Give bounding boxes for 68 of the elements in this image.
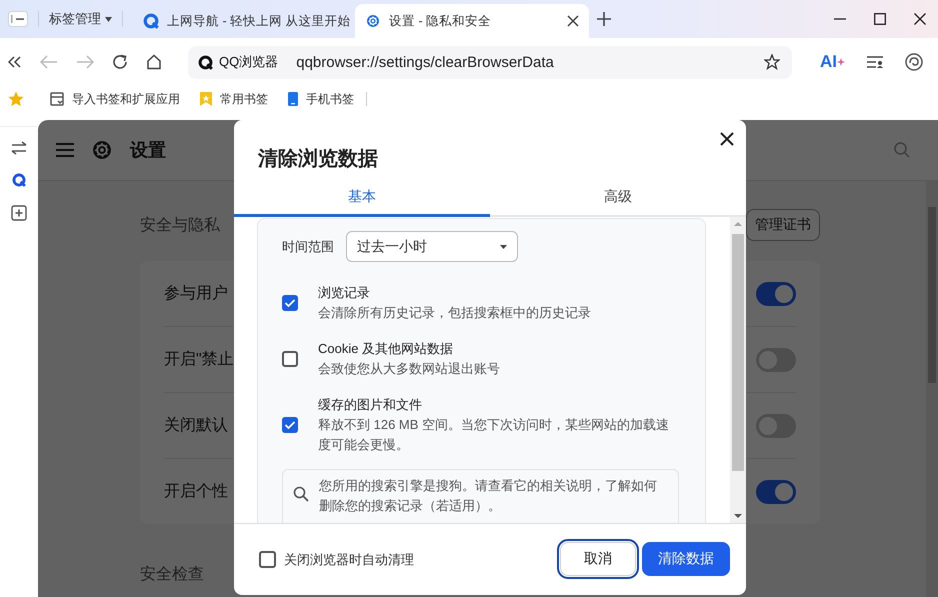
new-tab-icon[interactable] — [597, 12, 611, 26]
toggle-switch[interactable] — [756, 414, 796, 438]
tab-manager-button[interactable]: 标签管理 — [49, 10, 112, 28]
toggle-switch[interactable] — [756, 348, 796, 372]
checkbox[interactable] — [282, 351, 298, 367]
gear-icon[interactable] — [90, 138, 114, 162]
setting-label: 开启"禁止 — [164, 350, 234, 370]
swirl-icon[interactable] — [905, 53, 923, 71]
bookmark-item[interactable]: 导入书签和扩展应用 — [50, 90, 180, 108]
option-title: Cookie 及其他网站数据 — [318, 340, 454, 358]
option-description: 会致使您从大多数网站退出账号 — [318, 360, 501, 378]
gear-icon[interactable] — [365, 13, 381, 29]
dialog-tab[interactable]: 高级 — [490, 180, 746, 217]
search-icon — [293, 486, 309, 502]
setting-label: 开启个性 — [164, 482, 228, 502]
caret-icon — [500, 244, 507, 248]
bookmark-item[interactable]: 手机书签 — [288, 90, 354, 108]
url-text: qqbrowser://settings/clearBrowserData — [296, 54, 555, 70]
close-icon[interactable] — [914, 13, 926, 25]
section-title: 安全检查 — [140, 564, 205, 585]
caret-icon — [105, 16, 112, 22]
close-icon[interactable] — [567, 15, 579, 27]
toggle-switch[interactable] — [756, 282, 796, 306]
page-title: 设置 — [130, 139, 166, 162]
tab-title: 上网导航 - 轻快上网 从这里开始 — [167, 12, 351, 30]
ai-button[interactable]: AI — [820, 52, 845, 72]
close-icon[interactable] — [720, 132, 734, 146]
dialog-title: 清除浏览数据 — [258, 147, 378, 172]
swap-icon[interactable] — [11, 141, 27, 155]
clear-data-button[interactable]: 清除数据 — [642, 542, 730, 576]
browser-logo-icon[interactable] — [12, 173, 26, 187]
notice-text: 您所用的搜索引擎是搜狗。请查看它的相关说明，了解如何删除您的搜索记录（若适用）。 — [319, 477, 658, 515]
checkbox[interactable] — [282, 417, 298, 433]
site-label: QQ浏览器 — [219, 53, 278, 71]
toggle-switch[interactable] — [756, 480, 796, 504]
auto-clear-label: 关闭浏览器时自动清理 — [284, 550, 414, 568]
browser-logo-icon[interactable] — [198, 54, 213, 70]
option-title: 浏览记录 — [318, 284, 371, 302]
scrollbar[interactable] — [730, 217, 746, 523]
maximize-icon[interactable] — [874, 13, 886, 25]
sparkle-icon — [837, 58, 845, 66]
address-bar[interactable]: QQ浏览器 qqbrowser://settings/clearBrowserData — [188, 46, 792, 78]
browser-tab[interactable]: 设置 - 隐私和安全 — [355, 4, 589, 38]
option-title: 缓存的图片和文件 — [318, 396, 423, 414]
tab-title: 设置 - 隐私和安全 — [389, 12, 492, 30]
checkbox[interactable] — [259, 551, 276, 568]
browser-tab[interactable]: 上网导航 - 轻快上网 从这里开始 — [133, 4, 355, 38]
setting-label: 关闭默认 — [164, 416, 228, 436]
option-description: 会清除所有历史记录，包括搜索框中的历史记录 — [318, 304, 592, 322]
setting-label: 参与用户 — [164, 284, 228, 304]
add-panel-icon[interactable] — [11, 205, 27, 221]
time-range-dropdown[interactable]: 过去一小时 — [346, 231, 518, 262]
reading-list-icon[interactable] — [867, 55, 883, 69]
checkbox[interactable] — [282, 295, 298, 311]
bookmark-item[interactable]: 常用书签 — [200, 90, 268, 108]
sidebar-toggle-icon[interactable] — [8, 11, 28, 27]
collapse-icon[interactable] — [8, 56, 22, 68]
scrollbar[interactable] — [926, 181, 938, 597]
home-icon[interactable] — [146, 54, 162, 70]
star-icon[interactable] — [8, 91, 24, 107]
bookmark-star-icon[interactable] — [764, 54, 780, 70]
reload-icon[interactable] — [112, 54, 128, 70]
phone-icon[interactable] — [288, 92, 298, 106]
time-range-label: 时间范围 — [282, 238, 334, 256]
import-icon[interactable] — [50, 92, 64, 106]
section-title: 安全与隐私 — [140, 216, 220, 236]
option-description: 释放不到 126 MB 空间。当您下次访问时，某些网站的加载速度可能会更慢。 — [318, 416, 670, 454]
menu-icon[interactable] — [56, 143, 74, 157]
